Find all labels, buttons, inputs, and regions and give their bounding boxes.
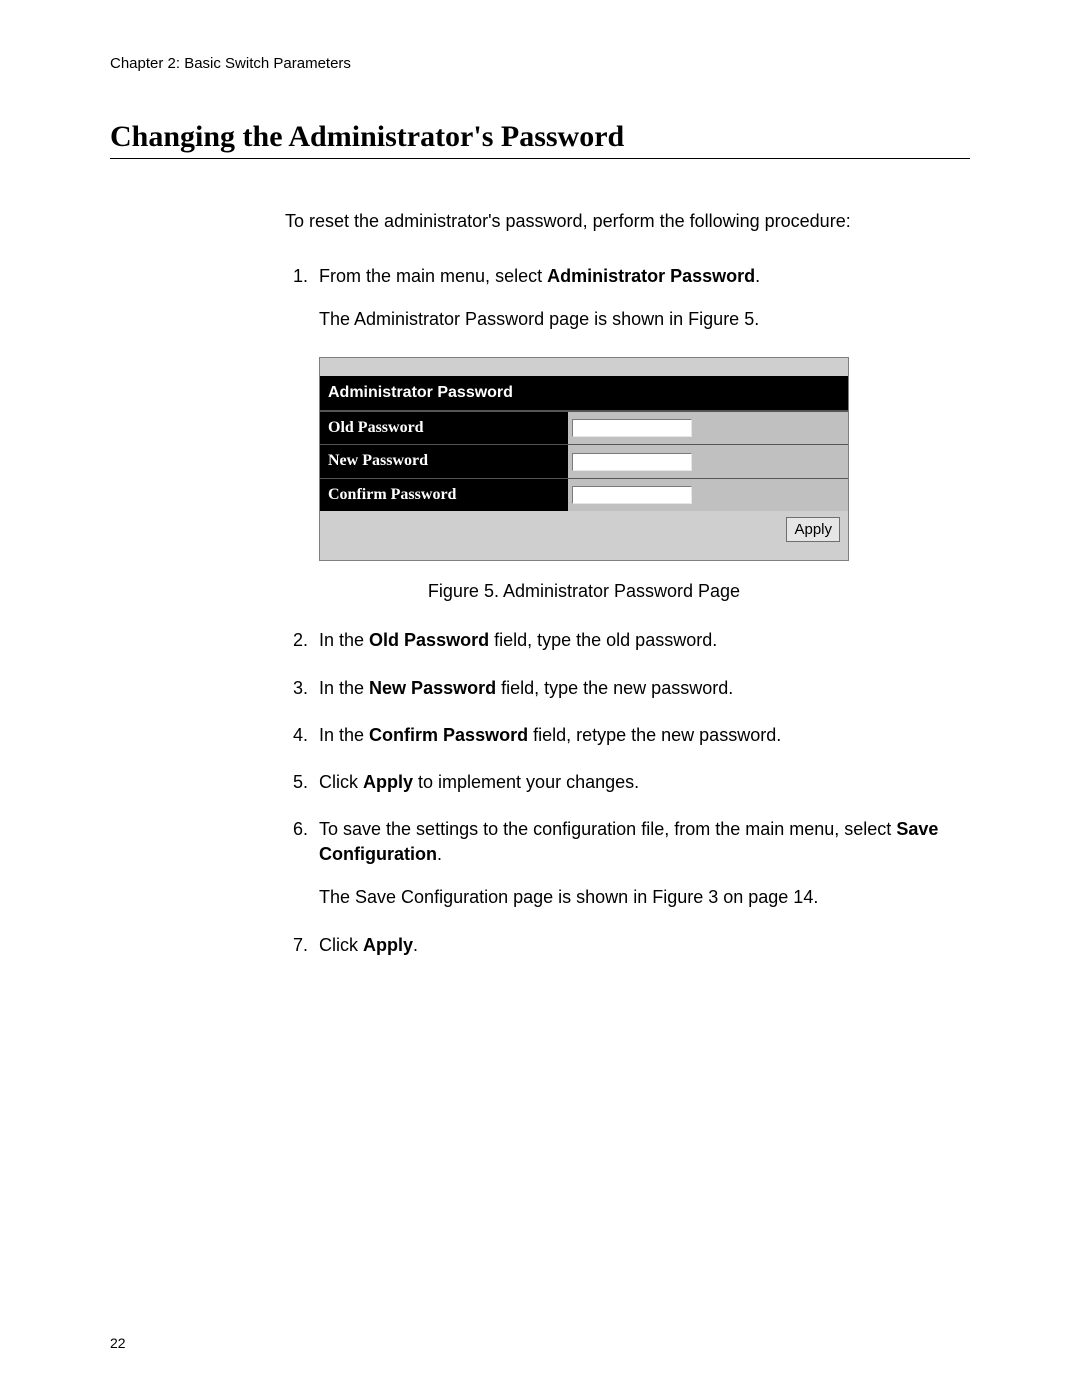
text: field, type the old password. bbox=[489, 630, 717, 650]
step-3: In the New Password field, type the new … bbox=[313, 676, 965, 701]
step-6-note: The Save Configuration page is shown in … bbox=[319, 885, 965, 910]
text: field, type the new password. bbox=[496, 678, 733, 698]
step-2: In the Old Password field, type the old … bbox=[313, 628, 965, 653]
steps-list: From the main menu, select Administrator… bbox=[285, 264, 965, 958]
text: Click bbox=[319, 772, 363, 792]
bold-term: Confirm Password bbox=[369, 725, 528, 745]
bold-term: Administrator Password bbox=[547, 266, 755, 286]
text: In the bbox=[319, 630, 369, 650]
bold-term: Apply bbox=[363, 772, 413, 792]
old-password-input[interactable] bbox=[572, 419, 692, 437]
title-rule bbox=[110, 158, 970, 159]
chapter-header: Chapter 2: Basic Switch Parameters bbox=[110, 55, 970, 72]
figure-caption: Figure 5. Administrator Password Page bbox=[319, 579, 849, 604]
apply-button[interactable]: Apply bbox=[786, 517, 840, 542]
step-1: From the main menu, select Administrator… bbox=[313, 264, 965, 604]
text: . bbox=[755, 266, 760, 286]
step-4: In the Confirm Password field, retype th… bbox=[313, 723, 965, 748]
old-password-cell bbox=[568, 412, 848, 444]
confirm-password-label: Confirm Password bbox=[320, 479, 568, 511]
text: to implement your changes. bbox=[413, 772, 639, 792]
step-1-note: The Administrator Password page is shown… bbox=[319, 307, 965, 332]
text: . bbox=[413, 935, 418, 955]
section-title: Changing the Administrator's Password bbox=[110, 120, 970, 154]
step-5: Click Apply to implement your changes. bbox=[313, 770, 965, 795]
intro-text: To reset the administrator's password, p… bbox=[285, 209, 965, 234]
text: To save the settings to the configuratio… bbox=[319, 819, 896, 839]
page-number: 22 bbox=[110, 1335, 126, 1351]
bold-term: New Password bbox=[369, 678, 496, 698]
step-6: To save the settings to the configuratio… bbox=[313, 817, 965, 911]
new-password-input[interactable] bbox=[572, 453, 692, 471]
old-password-label: Old Password bbox=[320, 412, 568, 444]
text: Click bbox=[319, 935, 363, 955]
admin-password-panel: Administrator Password Old Password New … bbox=[319, 357, 849, 562]
panel-title: Administrator Password bbox=[320, 376, 848, 411]
text: In the bbox=[319, 725, 369, 745]
text: From the main menu, select bbox=[319, 266, 547, 286]
confirm-password-cell bbox=[568, 479, 848, 511]
text: field, retype the new password. bbox=[528, 725, 781, 745]
bold-term: Apply bbox=[363, 935, 413, 955]
bold-term: Old Password bbox=[369, 630, 489, 650]
confirm-password-input[interactable] bbox=[572, 486, 692, 504]
text: . bbox=[437, 844, 442, 864]
new-password-cell bbox=[568, 445, 848, 477]
text: In the bbox=[319, 678, 369, 698]
step-7: Click Apply. bbox=[313, 933, 965, 958]
new-password-label: New Password bbox=[320, 445, 568, 477]
